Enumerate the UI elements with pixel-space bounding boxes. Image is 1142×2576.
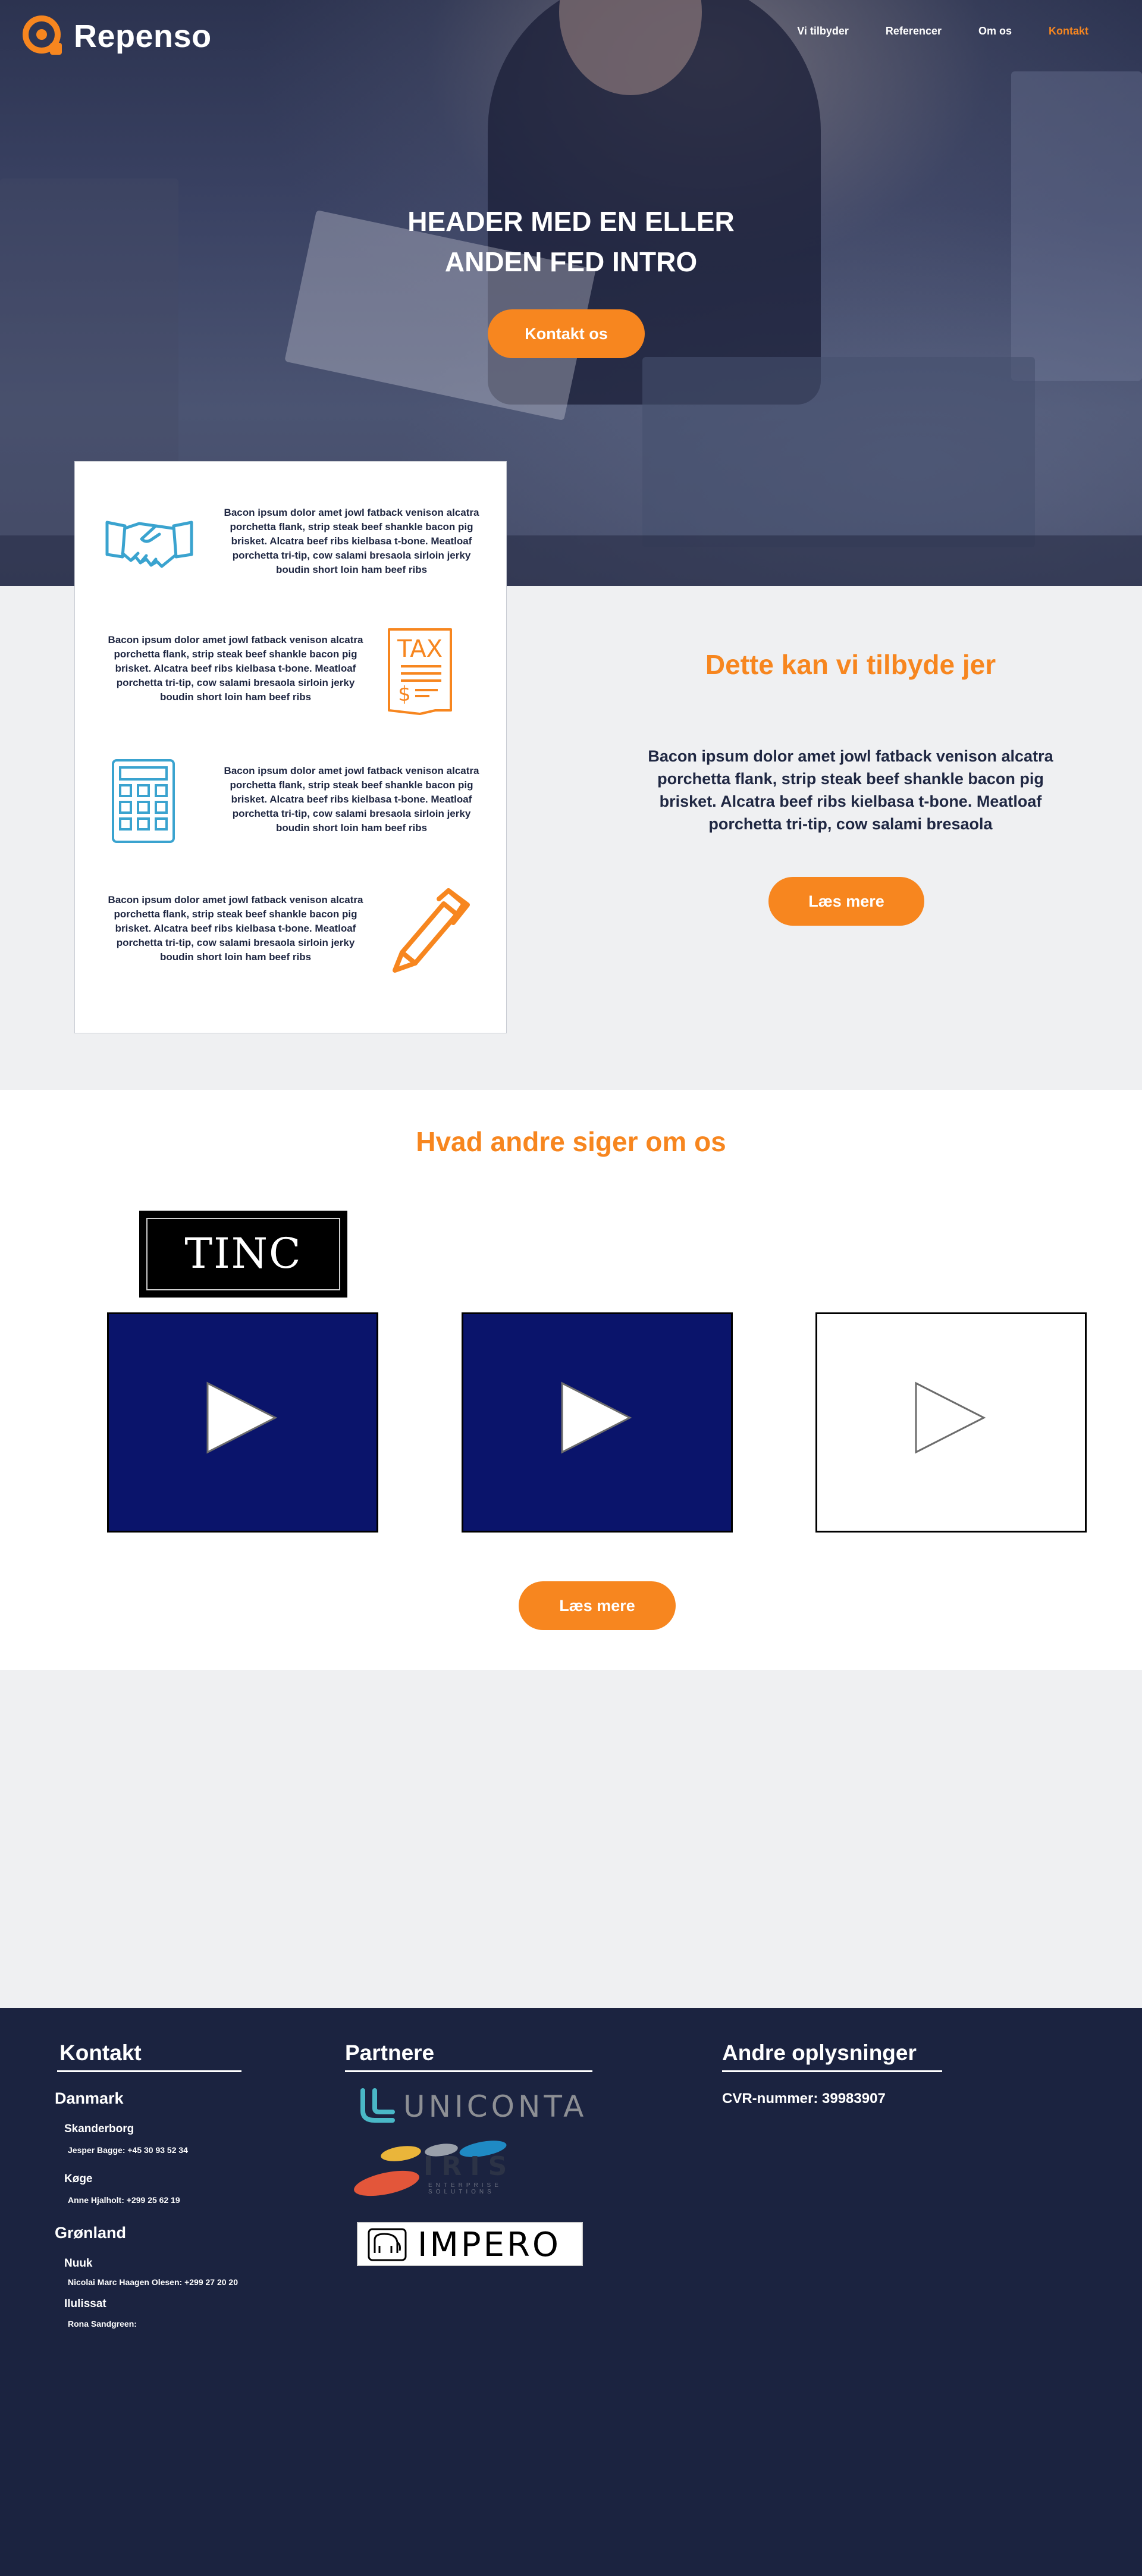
service-item: Bacon ipsum dolor amet jowl fatback veni… xyxy=(105,758,479,853)
offer-text: Bacon ipsum dolor amet jowl fatback veni… xyxy=(648,747,1053,833)
footer-city: Køge xyxy=(64,2173,93,2185)
partner-name: IMPERO xyxy=(418,2226,561,2264)
footer-city: Skanderborg xyxy=(64,2123,134,2135)
footer-contact-person: Jesper Bagge: +45 30 93 52 34 xyxy=(68,2145,188,2155)
contact-us-button[interactable]: Kontakt os xyxy=(488,309,645,358)
services-card: Bacon ipsum dolor amet jowl fatback veni… xyxy=(74,461,507,1033)
footer-other-heading: Andre oplysninger xyxy=(722,2041,942,2072)
service-text: Bacon ipsum dolor amet jowl fatback veni… xyxy=(224,765,479,833)
partner-impero[interactable]: IMPERO xyxy=(357,2222,583,2266)
read-more-button[interactable]: Læs mere xyxy=(768,877,924,926)
service-item: Bacon ipsum dolor amet jowl fatback veni… xyxy=(105,627,462,722)
logo-icon xyxy=(21,14,65,58)
testimonials-title: Hvad andre siger om os xyxy=(416,1126,726,1157)
service-text: Bacon ipsum dolor amet jowl fatback veni… xyxy=(224,507,479,575)
footer-contact-heading: Kontakt xyxy=(57,2041,241,2072)
testimonials-read-more-button[interactable]: Læs mere xyxy=(519,1581,676,1630)
nav-item-referencer[interactable]: Referencer xyxy=(886,25,942,37)
logo[interactable]: Repenso xyxy=(21,14,212,58)
hero-title-line: HEADER MED EN ELLER xyxy=(407,206,735,237)
tinc-logo: TINC xyxy=(139,1211,347,1298)
footer-contact-person: Rona Sandgreen: xyxy=(68,2319,137,2329)
partner-name: IRIS xyxy=(423,2151,516,2182)
service-text: Bacon ipsum dolor amet jowl fatback veni… xyxy=(108,894,363,963)
play-icon xyxy=(915,1381,986,1454)
play-icon xyxy=(561,1381,632,1454)
offer-title: Dette kan vi tilbyde jer xyxy=(705,649,996,680)
footer-city: Nuuk xyxy=(64,2257,93,2270)
video-player[interactable] xyxy=(815,1312,1087,1533)
service-item: Bacon ipsum dolor amet jowl fatback veni… xyxy=(105,497,479,593)
uniconta-logo-icon xyxy=(360,2088,395,2123)
footer-city: Ilulissat xyxy=(64,2298,106,2310)
handshake-icon xyxy=(105,514,194,576)
empty-section xyxy=(0,1670,1142,2008)
play-icon xyxy=(206,1381,278,1454)
nav-item-kontakt[interactable]: Kontakt xyxy=(1049,25,1088,37)
elephant-icon xyxy=(368,2228,407,2261)
hero-title-line: ANDEN FED INTRO xyxy=(444,246,698,277)
partner-name: UNICONTA xyxy=(403,2089,588,2124)
hero-photo-shape xyxy=(642,357,1035,547)
nav-item-om-os[interactable]: Om os xyxy=(978,25,1012,37)
footer-contact-person: Nicolai Marc Haagen Olesen: +299 27 20 2… xyxy=(68,2277,238,2287)
svg-text:$: $ xyxy=(398,682,411,706)
footer-partners-heading: Partnere xyxy=(345,2041,592,2072)
tinc-logo-text: TINC xyxy=(146,1218,340,1290)
cvr-number: CVR-nummer: 39983907 xyxy=(722,2091,886,2107)
partner-iris[interactable]: IRIS ENTERPRISE SOLUTIONS xyxy=(352,2141,554,2200)
partner-uniconta[interactable]: UNICONTA xyxy=(354,2083,598,2129)
main-nav: Vi tilbyder Referencer Om os Kontakt xyxy=(797,25,1088,37)
hero-title: HEADER MED EN ELLER ANDEN FED INTRO xyxy=(0,201,1142,282)
nav-item-vi-tilbyder[interactable]: Vi tilbyder xyxy=(797,25,849,37)
partner-subtitle: ENTERPRISE SOLUTIONS xyxy=(428,2182,502,2195)
tax-document-icon: TAX $ xyxy=(384,627,456,719)
svg-text:TAX: TAX xyxy=(397,635,443,663)
footer-country: Danmark xyxy=(55,2089,124,2107)
service-item: Bacon ipsum dolor amet jowl fatback veni… xyxy=(105,887,470,982)
video-player[interactable] xyxy=(107,1312,378,1533)
logo-text: Repenso xyxy=(74,18,212,54)
calculator-icon xyxy=(111,758,176,847)
footer-country: Grønland xyxy=(55,2224,126,2242)
service-text: Bacon ipsum dolor amet jowl fatback veni… xyxy=(108,634,363,703)
footer-contact-person: Anne Hjalholt: +299 25 62 19 xyxy=(68,2195,180,2205)
video-player[interactable] xyxy=(462,1312,733,1533)
pen-icon xyxy=(384,887,473,979)
